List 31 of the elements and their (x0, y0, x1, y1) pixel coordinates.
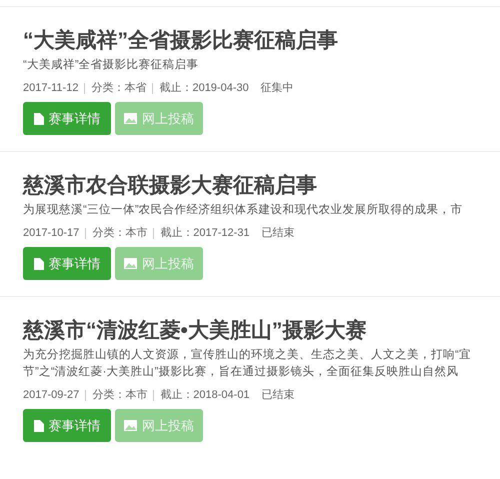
category-label: 分类：本市 (92, 226, 148, 241)
contest-title[interactable]: 慈溪市“清波红菱•大美胜山”摄影大赛 (23, 317, 366, 345)
deadline-label: 截止：2018-04-01 (160, 388, 250, 403)
category-label: 分类：本市 (92, 388, 148, 403)
status-label: 征集中 (260, 81, 294, 96)
image-icon (124, 113, 137, 124)
details-button[interactable]: 赛事详情 (23, 409, 111, 442)
submit-button[interactable]: 网上投稿 (115, 409, 203, 442)
contest-description: 节”之“清波红菱·大美胜山”摄影比赛，旨在通过摄影镜头，全面征集反映胜山自然风 (23, 364, 458, 380)
document-icon (34, 112, 44, 124)
publish-date: 2017-11-12 (23, 81, 78, 96)
image-icon (124, 420, 137, 431)
category-label: 分类：本省 (91, 81, 146, 96)
document-icon (34, 420, 44, 432)
deadline-label: 截止：2019-04-30 (159, 81, 249, 96)
contest-title[interactable]: “大美咸祥”全省摄影比赛征稿启事 (23, 27, 338, 55)
deadline-label: 截止：2017-12-31 (160, 226, 250, 241)
contest-title[interactable]: 慈溪市农合联摄影大赛征稿启事 (23, 172, 317, 200)
status-label: 已结束 (262, 226, 295, 241)
contest-description: 为充分挖掘胜山镇的人文资源，宣传胜山的环境之美、生态之美、人文之美，打响“宜 (23, 347, 471, 363)
details-button[interactable]: 赛事详情 (23, 102, 111, 135)
document-icon (34, 258, 44, 270)
publish-date: 2017-09-27 (23, 388, 80, 403)
publish-date: 2017-10-17 (23, 226, 80, 241)
details-button[interactable]: 赛事详情 (23, 247, 111, 280)
image-icon (124, 258, 137, 269)
submit-button[interactable]: 网上投稿 (115, 247, 203, 280)
submit-button[interactable]: 网上投稿 (115, 102, 203, 135)
contest-description: “大美咸祥”全省摄影比赛征稿启事 (23, 57, 199, 73)
status-label: 已结束 (262, 388, 295, 403)
contest-description: 为展现慈溪“三位一体”农民合作经济组织体系建设和现代农业发展所取得的成果，市 (23, 202, 463, 218)
